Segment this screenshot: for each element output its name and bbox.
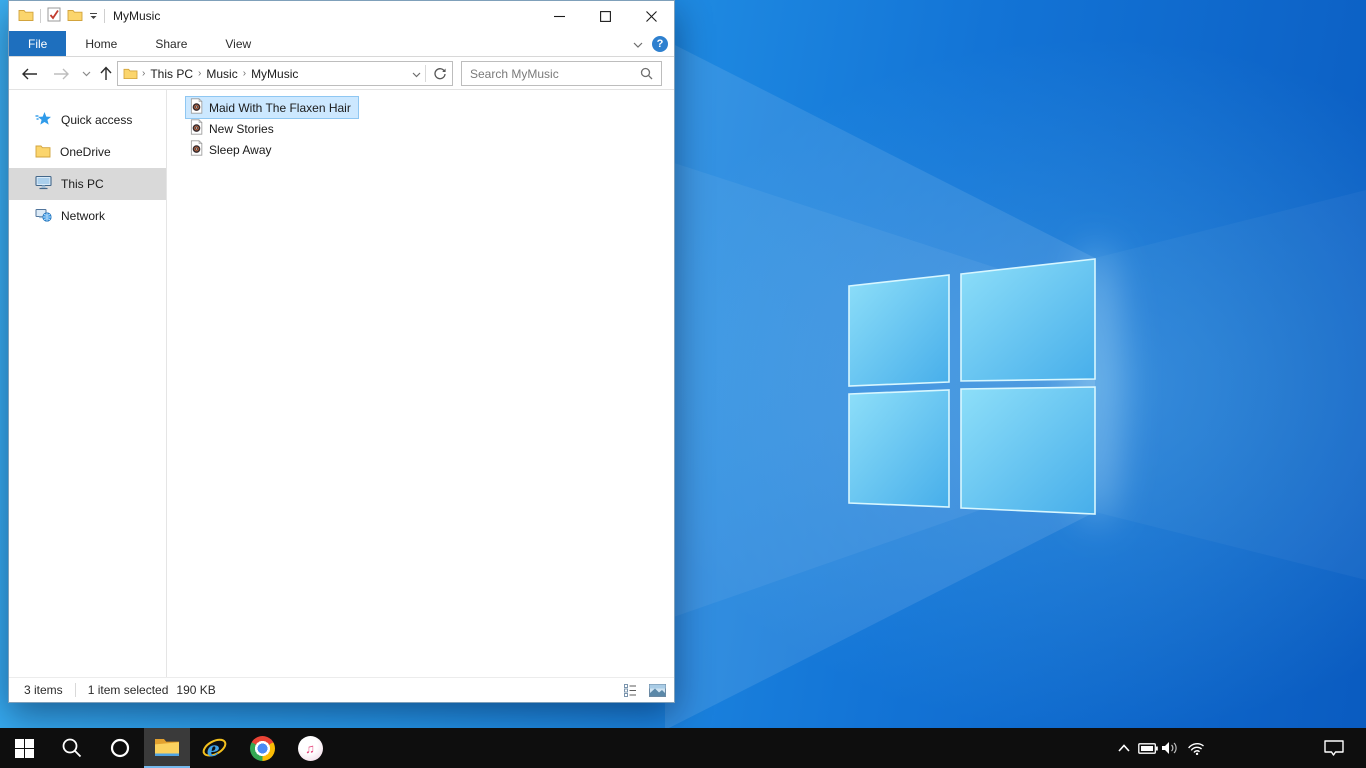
status-divider: [74, 683, 76, 697]
file-row: New Stories: [185, 118, 674, 139]
action-center-icon[interactable]: [1322, 728, 1346, 768]
toolbar-separator: [40, 9, 41, 23]
search-box: [461, 61, 662, 86]
quick-access-toolbar: [9, 7, 105, 25]
properties-icon[interactable]: [47, 7, 61, 25]
file-row: Maid With The Flaxen Hair: [185, 96, 674, 119]
network-icon: [35, 207, 52, 225]
folder-window-icon: [18, 8, 34, 25]
taskbar-file-explorer-icon[interactable]: [144, 728, 190, 768]
customize-toolbar-chevron-icon[interactable]: [89, 12, 98, 20]
file-item-selected[interactable]: Maid With The Flaxen Hair: [185, 96, 359, 119]
address-divider: [425, 65, 426, 82]
battery-icon[interactable]: [1136, 728, 1160, 768]
file-explorer-window: MyMusic File Home Share View ? › This PC…: [8, 0, 675, 703]
up-icon[interactable]: [95, 57, 117, 90]
file-item[interactable]: New Stories: [185, 117, 282, 140]
start-button[interactable]: [0, 728, 48, 768]
svg-text:e: e: [206, 737, 219, 761]
file-name: New Stories: [209, 121, 274, 136]
selection-count: 1 item selected: [87, 683, 169, 697]
item-count: 3 items: [24, 683, 63, 697]
refresh-icon[interactable]: [430, 67, 450, 81]
tab-home[interactable]: Home: [66, 31, 136, 56]
breadcrumb-music[interactable]: Music: [202, 67, 241, 81]
this-pc-monitor-icon: [35, 175, 52, 193]
breadcrumb-this-pc[interactable]: This PC: [146, 67, 197, 81]
music-note-glyph: ♫: [305, 740, 315, 756]
taskbar: e ♫: [0, 728, 1366, 768]
window-title: MyMusic: [113, 9, 161, 23]
window-controls: [536, 1, 674, 31]
audio-file-icon: [189, 140, 204, 159]
help-icon[interactable]: ?: [652, 36, 668, 52]
toolbar-separator: [104, 9, 105, 23]
sidebar-item-label: Network: [61, 209, 106, 223]
itunes-icon[interactable]: ♫: [286, 728, 334, 768]
new-folder-icon[interactable]: [67, 8, 83, 25]
sidebar-item-label: Quick access: [61, 113, 133, 127]
breadcrumb: › This PC › Music › MyMusic: [141, 67, 412, 81]
search-input[interactable]: [462, 66, 640, 81]
sidebar-item-quick-access[interactable]: Quick access: [9, 104, 166, 136]
navigation-pane: Quick access OneDrive This PC Network: [9, 90, 167, 678]
selection-size: 190 KB: [176, 683, 216, 697]
internet-explorer-icon[interactable]: e: [190, 728, 238, 768]
large-thumbnails-view-icon[interactable]: [648, 682, 666, 699]
status-bar: 3 items 1 item selected 190 KB: [9, 677, 674, 702]
folder-icon: [123, 67, 138, 80]
ribbon-tabstrip: File Home Share View ?: [9, 31, 674, 57]
titlebar[interactable]: MyMusic: [9, 1, 674, 31]
show-hidden-icons-chevron[interactable]: [1112, 728, 1136, 768]
sidebar-item-label: OneDrive: [60, 145, 111, 159]
audio-file-icon: [189, 119, 204, 138]
navigation-bar: › This PC › Music › MyMusic: [9, 57, 674, 90]
back-icon[interactable]: [15, 57, 43, 90]
sidebar-item-network[interactable]: Network: [9, 200, 166, 232]
recent-locations-chevron-icon[interactable]: [77, 57, 95, 90]
tab-view[interactable]: View: [206, 31, 270, 56]
breadcrumb-mymusic[interactable]: MyMusic: [247, 67, 302, 81]
address-dropdown-chevron-icon[interactable]: [412, 67, 421, 81]
quick-access-star-icon: [35, 111, 52, 130]
magnifier-icon[interactable]: [640, 67, 661, 80]
minimize-button[interactable]: [536, 1, 582, 31]
sidebar-item-onedrive[interactable]: OneDrive: [9, 136, 166, 168]
onedrive-folder-icon: [35, 144, 51, 161]
tab-file[interactable]: File: [9, 31, 67, 56]
details-view-icon[interactable]: [622, 682, 640, 699]
sidebar-item-this-pc[interactable]: This PC: [9, 168, 166, 200]
chrome-icon[interactable]: [238, 728, 286, 768]
wifi-icon[interactable]: [1184, 728, 1208, 768]
volume-icon[interactable]: [1158, 728, 1182, 768]
forward-icon[interactable]: [47, 57, 75, 90]
file-item[interactable]: Sleep Away: [185, 138, 280, 161]
file-row: Sleep Away: [185, 139, 674, 160]
file-name: Sleep Away: [209, 142, 272, 157]
cortana-icon[interactable]: [96, 728, 144, 768]
address-bar[interactable]: › This PC › Music › MyMusic: [117, 61, 453, 86]
close-button[interactable]: [628, 1, 674, 31]
search-icon[interactable]: [48, 728, 96, 768]
file-list: Maid With The Flaxen Hair New Stories Sl…: [167, 90, 674, 678]
expand-ribbon-chevron-icon[interactable]: [633, 37, 643, 51]
maximize-button[interactable]: [582, 1, 628, 31]
file-name: Maid With The Flaxen Hair: [209, 100, 351, 115]
tab-share[interactable]: Share: [136, 31, 206, 56]
sidebar-item-label: This PC: [61, 177, 104, 191]
audio-file-icon: [189, 98, 204, 117]
